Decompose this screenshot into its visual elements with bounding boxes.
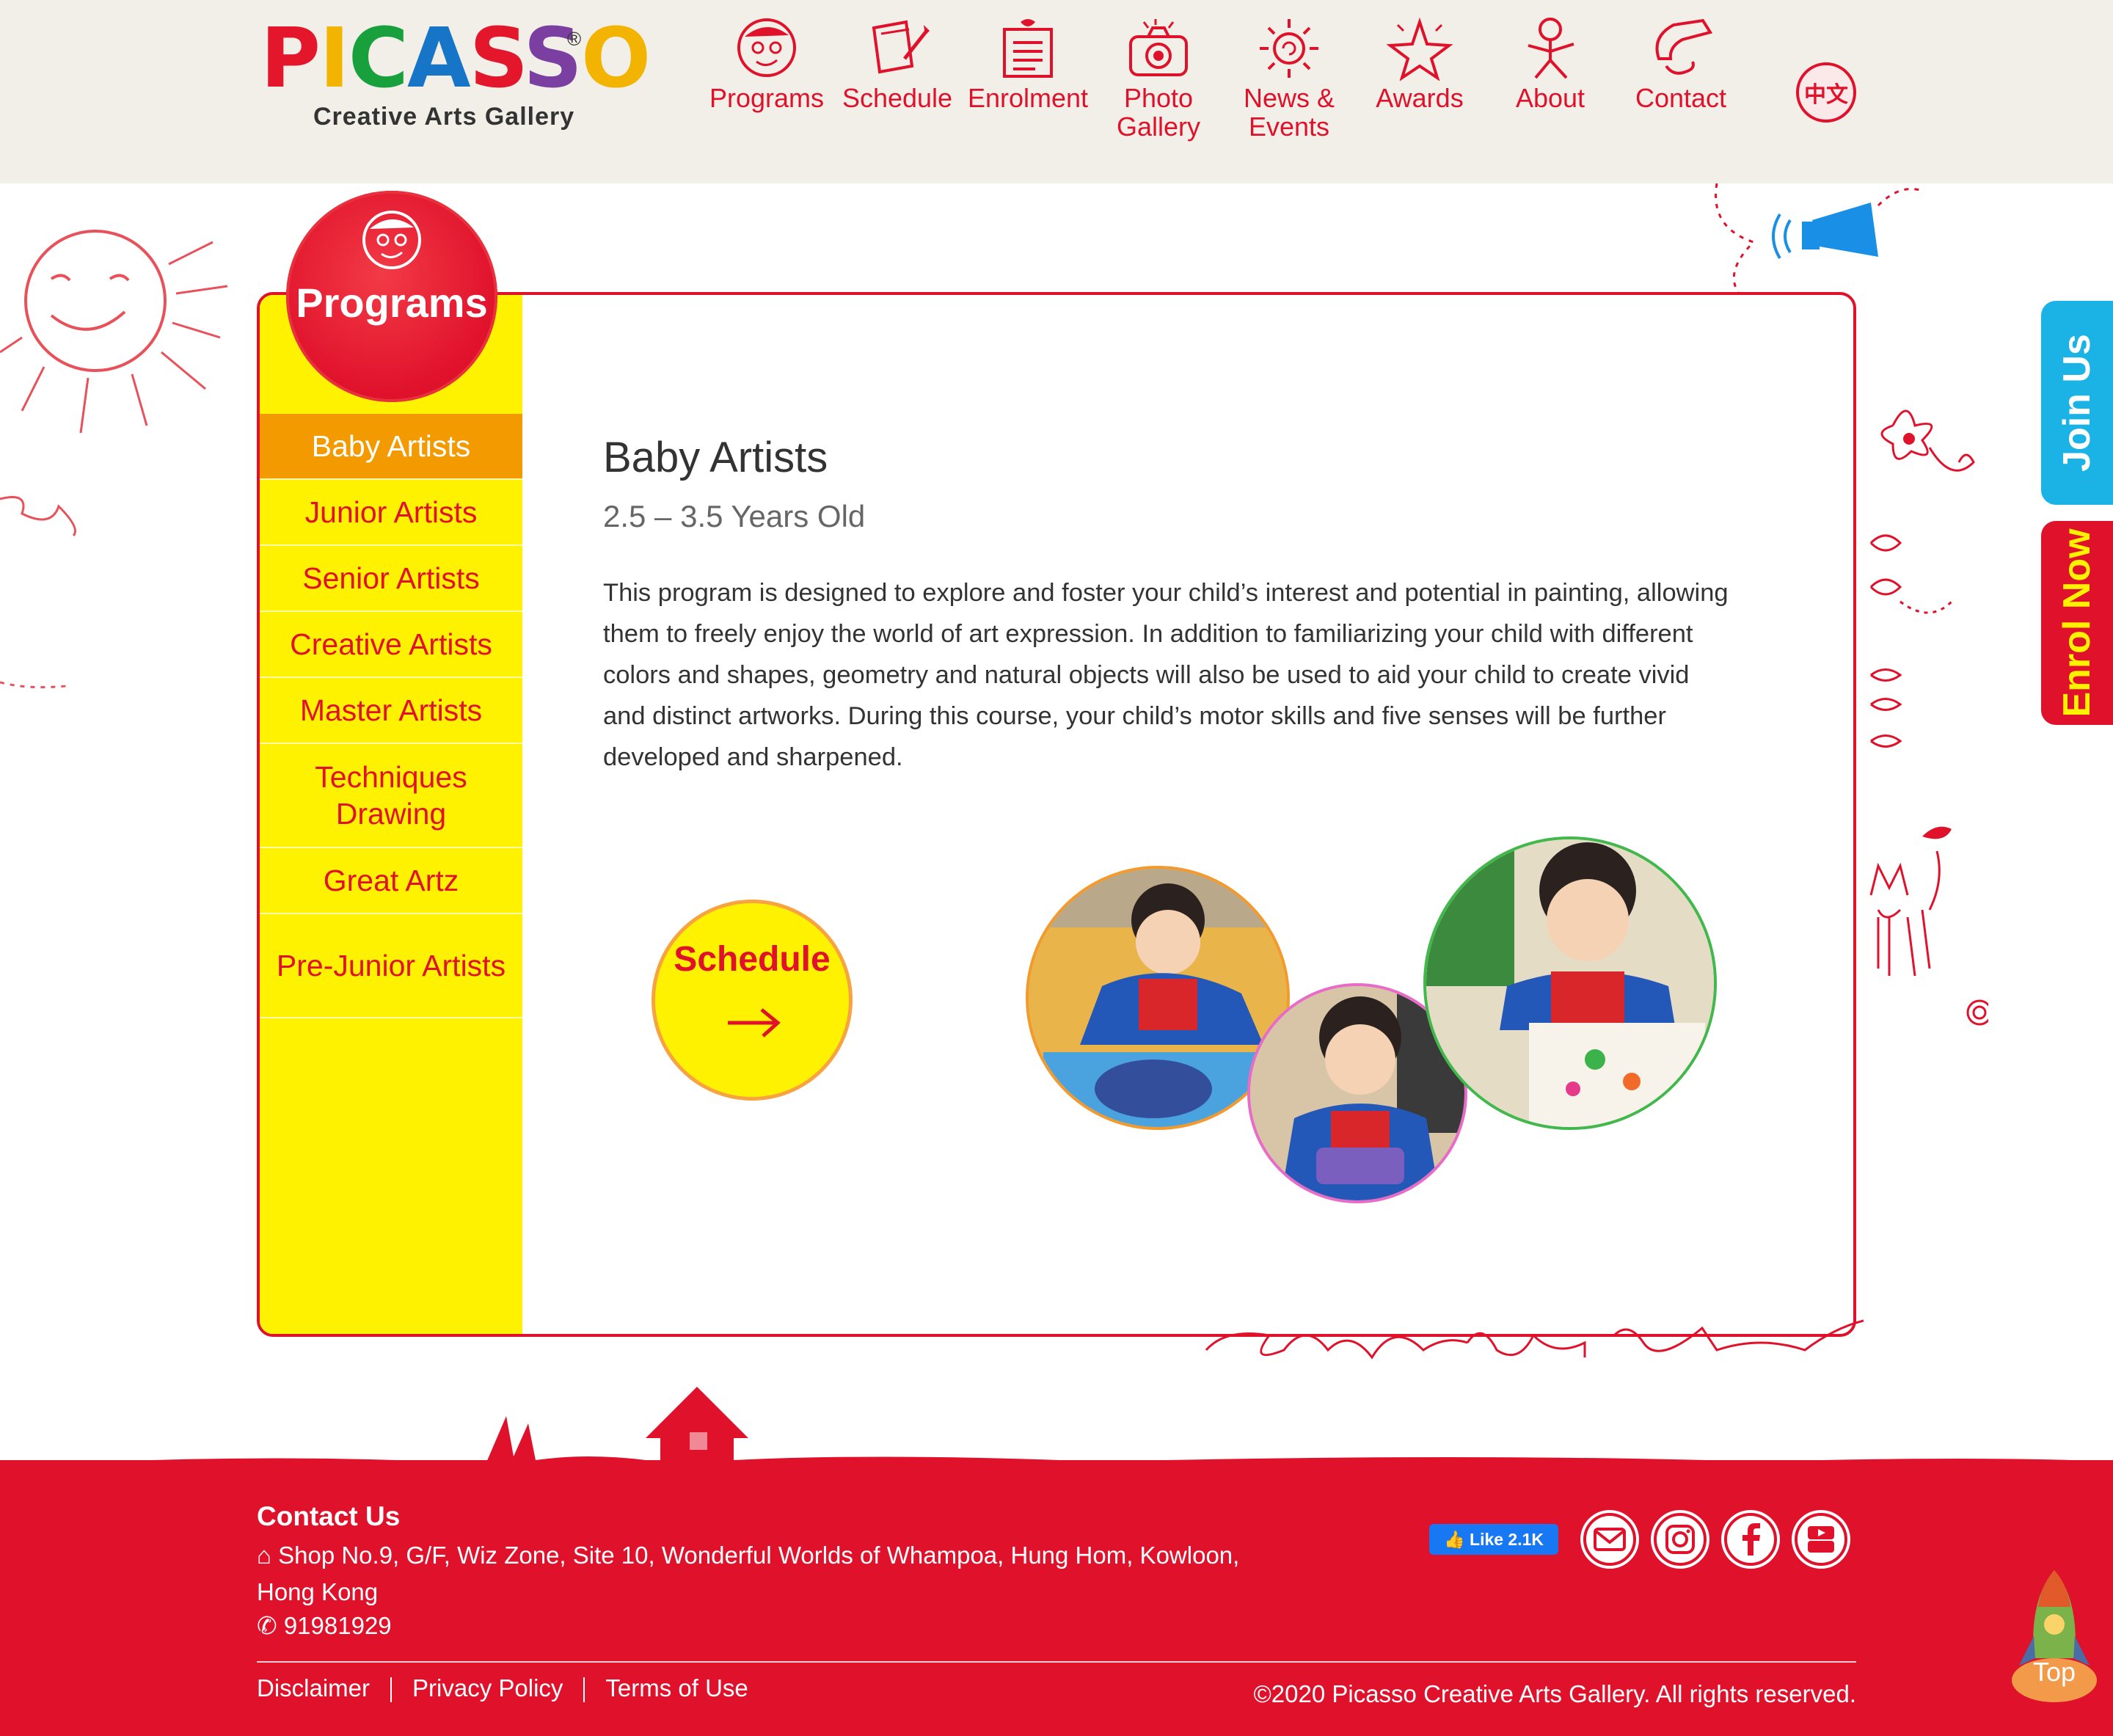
- photo-child-at-table: [1423, 836, 1717, 1130]
- email-icon: [1583, 1513, 1636, 1566]
- email-button[interactable]: [1580, 1510, 1639, 1569]
- privacy-policy-link[interactable]: Privacy Policy: [412, 1674, 563, 1702]
- schedule-button[interactable]: Schedule: [646, 894, 858, 1106]
- nav-label: News & Events: [1243, 83, 1335, 142]
- nav-label: Contact: [1635, 83, 1727, 113]
- nav-news-events[interactable]: News & Events: [1223, 15, 1355, 141]
- footer-phone: ✆ 91981929: [257, 1611, 392, 1640]
- sidebar-item-creative-artists[interactable]: Creative Artists: [260, 612, 522, 678]
- enrol-now-tab[interactable]: Enrol Now: [2041, 521, 2113, 725]
- back-to-top-label: Top: [2032, 1657, 2076, 1687]
- camera-icon: [1129, 19, 1188, 76]
- nav-photo-gallery[interactable]: Photo Gallery: [1092, 15, 1225, 141]
- nav-contact[interactable]: Contact: [1615, 15, 1747, 112]
- thumbs-up-icon: 👍: [1443, 1529, 1470, 1549]
- programs-badge-label: Programs: [296, 280, 488, 326]
- program-title: Baby Artists: [603, 434, 828, 481]
- signature-doodle: [1205, 1319, 1864, 1360]
- home-icon: ⌂: [257, 1542, 279, 1569]
- nav-label: About: [1515, 83, 1585, 113]
- program-list: Baby Artists Junior Artists Senior Artis…: [260, 414, 522, 1018]
- link-separator: [390, 1677, 393, 1703]
- program-sidebar: Baby Artists Junior Artists Senior Artis…: [260, 295, 522, 1334]
- sun-icon: [1260, 19, 1318, 78]
- rocket-icon: [2012, 1570, 2097, 1702]
- face-icon: [362, 211, 421, 269]
- join-us-tab[interactable]: Join Us: [2041, 301, 2113, 505]
- logo-subtitle: Creative Arts Gallery: [313, 103, 575, 131]
- nav-label: Awards: [1376, 83, 1464, 113]
- link-separator: [583, 1677, 585, 1703]
- photo-illustration: [1426, 839, 1714, 1127]
- phone-icon: ✆: [257, 1612, 284, 1639]
- arrow-right-icon: [728, 1008, 781, 1037]
- nav-schedule[interactable]: Schedule: [831, 15, 963, 112]
- sidebar-item-techniques-drawing[interactable]: Techniques Drawing: [260, 744, 522, 848]
- sidebar-item-pre-junior-artists[interactable]: Pre-Junior Artists: [260, 914, 522, 1018]
- terms-of-use-link[interactable]: Terms of Use: [605, 1674, 748, 1702]
- schedule-button-label: Schedule: [674, 940, 831, 979]
- youtube-icon: [1795, 1513, 1847, 1566]
- registered-mark: ®: [567, 28, 582, 50]
- footer-phone-number: 91981929: [283, 1612, 392, 1639]
- program-age-range: 2.5 – 3.5 Years Old: [603, 499, 866, 533]
- programs-badge: Programs: [286, 191, 497, 402]
- sidebar-item-baby-artists[interactable]: Baby Artists: [260, 414, 522, 480]
- youtube-button[interactable]: [1792, 1510, 1850, 1569]
- back-to-top-button[interactable]: Top: [2009, 1563, 2100, 1710]
- footer-copyright: ©2020 Picasso Creative Arts Gallery. All…: [1253, 1680, 1856, 1707]
- nav-programs[interactable]: Programs: [701, 15, 833, 112]
- program-card: Baby Artists Junior Artists Senior Artis…: [257, 292, 1856, 1337]
- footer-address: ⌂ Shop No.9, G/F, Wiz Zone, Site 10, Won…: [257, 1537, 1299, 1611]
- enrol-now-label: Enrol Now: [2056, 528, 2098, 718]
- disclaimer-link[interactable]: Disclaimer: [257, 1674, 370, 1702]
- footer-address-text: Shop No.9, G/F, Wiz Zone, Site 10, Wonde…: [257, 1542, 1240, 1605]
- star-icon: [1386, 17, 1453, 81]
- instagram-button[interactable]: [1651, 1510, 1709, 1569]
- gift-list-icon: [1003, 19, 1053, 78]
- sidebar-item-great-artz[interactable]: Great Artz: [260, 848, 522, 914]
- paper-brush-icon: [872, 20, 930, 74]
- face-icon: [737, 18, 796, 77]
- language-toggle-button[interactable]: 中文: [1796, 62, 1856, 123]
- sidebar-item-junior-artists[interactable]: Junior Artists: [260, 480, 522, 546]
- person-icon: [1528, 18, 1574, 79]
- facebook-button[interactable]: [1721, 1510, 1780, 1569]
- instagram-icon: [1654, 1513, 1707, 1566]
- nav-label: Programs: [709, 83, 825, 113]
- footer-links: Disclaimer Privacy Policy Terms of Use: [257, 1674, 748, 1703]
- logo-wordmark: PICASSO: [260, 11, 651, 106]
- nav-about[interactable]: About: [1484, 15, 1616, 112]
- nav-label: Photo Gallery: [1116, 83, 1201, 142]
- footer-divider: [257, 1661, 1856, 1663]
- sidebar-item-senior-artists[interactable]: Senior Artists: [260, 546, 522, 612]
- footer-contact-heading: Contact Us: [257, 1501, 401, 1531]
- join-us-label: Join Us: [2056, 334, 2098, 472]
- schedule-circle: [652, 900, 853, 1101]
- megaphone-doodle: [1715, 183, 1923, 294]
- flower-cat-doodle: [1869, 409, 1988, 1026]
- nav-awards[interactable]: Awards: [1354, 15, 1486, 112]
- facebook-icon: [1724, 1513, 1777, 1566]
- facebook-like-label: Like 2.1K: [1470, 1529, 1544, 1549]
- nav-enrolment[interactable]: Enrolment: [962, 15, 1094, 112]
- sidebar-item-master-artists[interactable]: Master Artists: [260, 678, 522, 744]
- sun-doodle: [0, 230, 228, 689]
- nav-label: Enrolment: [967, 83, 1089, 113]
- program-description: This program is designed to explore and …: [603, 579, 1729, 771]
- phone-icon: [1655, 18, 1713, 75]
- facebook-like-button[interactable]: 👍 Like 2.1K: [1429, 1524, 1558, 1555]
- nav-label: Schedule: [842, 83, 953, 113]
- picasso-logo[interactable]: PICASSO ® Creative Arts Gallery: [260, 15, 651, 132]
